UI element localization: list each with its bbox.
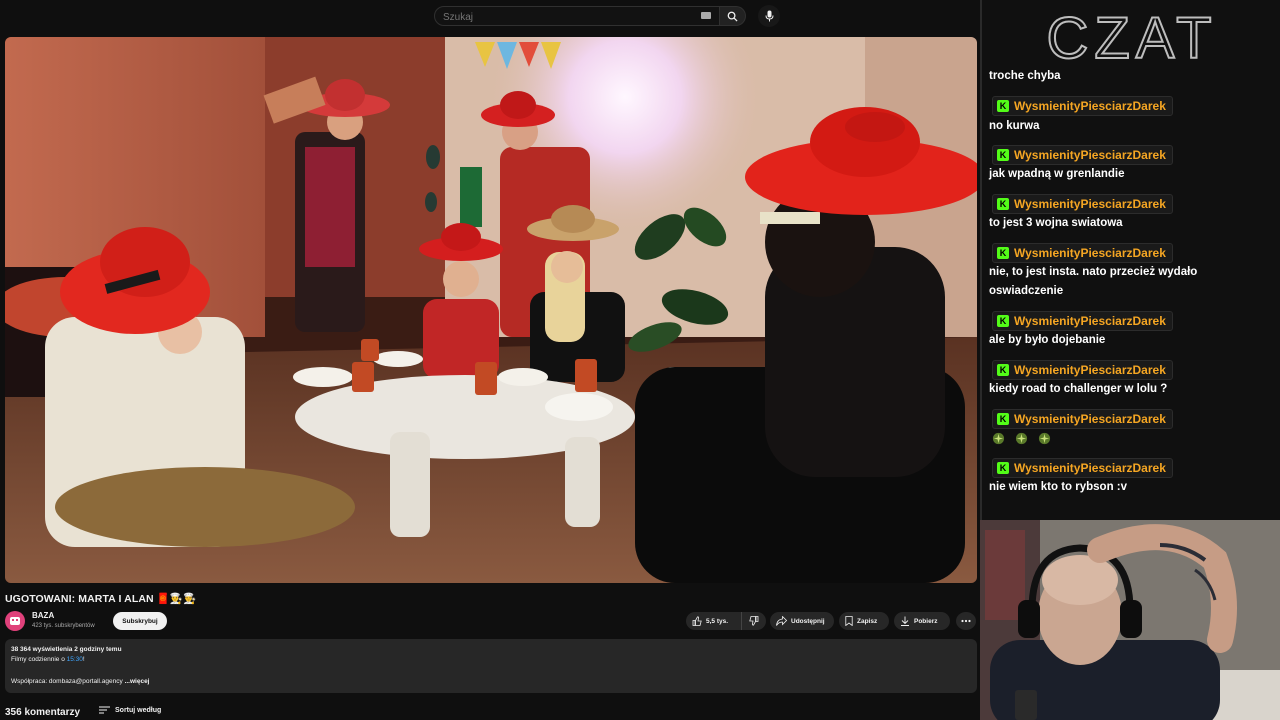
chat-title: CZAT <box>1022 6 1242 66</box>
subscribe-button[interactable]: Subskrybuj <box>113 612 167 630</box>
schedule-text: Filmy codziennie o <box>11 656 67 663</box>
show-more-link[interactable]: ...więcej <box>125 678 150 685</box>
chat-message-text-continued: oswiadczenie <box>989 285 1064 297</box>
kick-badge-icon: K <box>997 100 1009 112</box>
schedule-time-link[interactable]: 15:30 <box>67 656 83 663</box>
chat-username-chip[interactable]: K WysmienityPiesciarzDarek <box>992 243 1173 263</box>
sort-label: Sortuj według <box>115 706 162 714</box>
search-icon <box>727 11 738 22</box>
chat-username: WysmienityPiesciarzDarek <box>1014 412 1166 426</box>
like-count: 5,5 tys. <box>706 617 729 625</box>
chat-message-text: kiedy road to challenger w lolu ? <box>989 383 1168 395</box>
chat-username: WysmienityPiesciarzDarek <box>1014 246 1166 260</box>
comments-count: 356 komentarzy <box>5 707 81 718</box>
voice-search-button[interactable] <box>758 5 780 27</box>
youtube-watch-page: UGOTOWANI: MARTA I ALAN 🧧👨‍🍳👨‍🍳 BAZA 423… <box>0 0 980 720</box>
sparkle-emote-icon <box>1015 432 1028 445</box>
chat-username-chip[interactable]: K WysmienityPiesciarzDarek <box>992 145 1173 165</box>
sparkle-emote-icon <box>1038 432 1051 445</box>
search-button[interactable] <box>720 6 746 26</box>
chat-message-text: nie, to jest insta. nato przecież wydało <box>989 266 1198 278</box>
kick-badge-icon: K <box>997 315 1009 327</box>
sort-comments-button[interactable]: Sortuj według <box>99 706 161 714</box>
share-label: Udostępnij <box>791 617 825 625</box>
dislike-button[interactable] <box>742 612 766 630</box>
search-box[interactable] <box>434 6 720 27</box>
chat-username-chip[interactable]: K WysmienityPiesciarzDarek <box>992 360 1173 380</box>
chat-title-text: CZAT <box>1046 6 1217 66</box>
download-icon <box>901 616 909 626</box>
top-bar <box>0 0 980 34</box>
chat-username: WysmienityPiesciarzDarek <box>1014 148 1166 162</box>
search-input[interactable] <box>435 8 719 27</box>
like-button[interactable]: 5,5 tys. <box>686 612 742 630</box>
sort-icon <box>99 706 110 714</box>
chat-emote-row <box>992 432 1061 448</box>
save-button[interactable]: Zapisz <box>839 612 889 630</box>
chat-username-chip[interactable]: K WysmienityPiesciarzDarek <box>992 311 1173 331</box>
like-dislike-group: 5,5 tys. <box>686 612 766 630</box>
description-schedule: Filmy codziennie o 15:30! <box>11 656 85 663</box>
chat-username-chip[interactable]: K WysmienityPiesciarzDarek <box>992 409 1173 429</box>
bookmark-icon <box>845 616 853 626</box>
chat-panel: CZAT troche chyba K WysmienityPiesciarzD… <box>980 0 1280 520</box>
kick-badge-icon: K <box>997 462 1009 474</box>
more-vertical-icon <box>961 619 971 623</box>
kick-badge-icon: K <box>997 149 1009 161</box>
chat-message-text: nie wiem kto to rybson :v <box>989 481 1128 493</box>
description-box[interactable]: 38 364 wyświetlenia 2 godziny temu Filmy… <box>5 639 977 693</box>
chat-username-chip[interactable]: K WysmienityPiesciarzDarek <box>992 194 1173 214</box>
share-icon <box>776 616 787 626</box>
streamer-webcam <box>980 520 1280 720</box>
kick-badge-icon: K <box>997 247 1009 259</box>
microphone-icon <box>765 10 773 22</box>
chat-message-text: no kurwa <box>989 120 1040 132</box>
chat-username-chip[interactable]: K WysmienityPiesciarzDarek <box>992 458 1173 478</box>
chat-username: WysmienityPiesciarzDarek <box>1014 314 1166 328</box>
chat-message-text: to jest 3 wojna swiatowa <box>989 217 1123 229</box>
channel-name[interactable]: BAZA <box>32 611 54 620</box>
kick-badge-icon: K <box>997 413 1009 425</box>
baza-logo-icon <box>10 617 20 625</box>
download-label: Pobierz <box>914 617 938 625</box>
download-button[interactable]: Pobierz <box>894 612 950 630</box>
save-label: Zapisz <box>857 617 878 625</box>
chat-username: WysmienityPiesciarzDarek <box>1014 363 1166 377</box>
video-frame <box>5 37 977 583</box>
chat-message-text: troche chyba <box>989 70 1061 82</box>
thumbs-up-icon <box>692 616 702 626</box>
thumbs-down-icon <box>749 616 759 626</box>
sparkle-emote-icon <box>992 432 1005 445</box>
more-actions-button[interactable] <box>956 612 976 630</box>
channel-avatar[interactable] <box>5 611 25 631</box>
description-contact: Współpraca: dombaza@portall.agency ...wi… <box>11 678 150 685</box>
contact-text: Współpraca: dombaza@portall.agency <box>11 678 123 685</box>
video-title: UGOTOWANI: MARTA I ALAN 🧧👨‍🍳👨‍🍳 <box>5 593 197 605</box>
view-stats: 38 364 wyświetlenia 2 godziny temu <box>11 646 122 653</box>
chat-username: WysmienityPiesciarzDarek <box>1014 197 1166 211</box>
keyboard-icon[interactable] <box>701 12 711 19</box>
chat-username-chip[interactable]: K WysmienityPiesciarzDarek <box>992 96 1173 116</box>
chat-message-text: jak wpadną w grenlandie <box>989 168 1125 180</box>
chat-message-text: ale by było dojebanie <box>989 334 1106 346</box>
kick-badge-icon: K <box>997 198 1009 210</box>
webcam-frame <box>980 520 1280 720</box>
share-button[interactable]: Udostępnij <box>770 612 834 630</box>
chat-username: WysmienityPiesciarzDarek <box>1014 461 1166 475</box>
schedule-suffix: ! <box>82 656 85 663</box>
kick-badge-icon: K <box>997 364 1009 376</box>
video-player[interactable] <box>5 37 977 583</box>
subscriber-count: 423 tys. subskrybentów <box>32 623 95 629</box>
chat-username: WysmienityPiesciarzDarek <box>1014 99 1166 113</box>
